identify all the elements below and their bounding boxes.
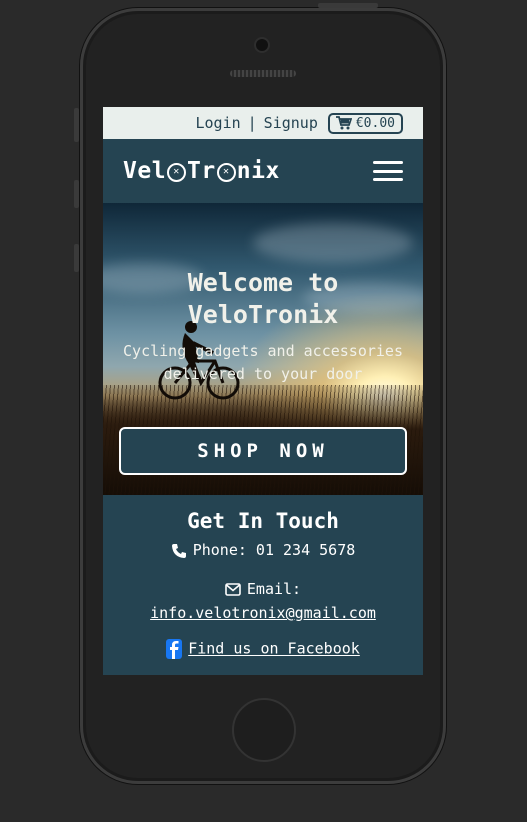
wheel-icon: ✕ [216, 162, 236, 182]
signup-link[interactable]: Signup [264, 114, 318, 132]
hero-title: Welcome to VeloTronix [103, 267, 423, 331]
menu-icon[interactable] [373, 161, 403, 181]
login-link[interactable]: Login [195, 114, 240, 132]
facebook-row: Find us on Facebook [103, 639, 423, 659]
cart-icon [335, 116, 352, 130]
phone-camera [256, 39, 268, 51]
site-logo[interactable]: Vel ✕ Tr ✕ nix [123, 158, 280, 184]
hero-title-line: VeloTronix [187, 300, 339, 329]
contact-section: Get In Touch Phone: 01 234 5678 Email: i… [103, 495, 423, 659]
facebook-icon [166, 639, 183, 659]
phone-power-button [318, 3, 378, 8]
mobile-screen: Login | Signup €0.00 Vel ✕ Tr ✕ nix Welc… [103, 107, 423, 675]
envelope-icon [225, 583, 241, 596]
email-row: Email: info.velotronix@gmail.com [103, 577, 423, 625]
cart-total: €0.00 [355, 115, 395, 131]
phone-row: Phone: 01 234 5678 [103, 541, 423, 559]
logo-text-part: Tr [187, 158, 216, 184]
phone-volume-down [74, 244, 79, 272]
contact-heading: Get In Touch [187, 509, 339, 533]
phone-home-button[interactable] [232, 698, 296, 762]
cart-button[interactable]: €0.00 [327, 112, 403, 134]
topbar-separator: | [247, 114, 257, 132]
logo-text-part: nix [236, 158, 280, 184]
phone-mute-switch [74, 108, 79, 142]
hero-subtitle: Cycling gadgets and accessories delivere… [123, 342, 403, 383]
navbar: Vel ✕ Tr ✕ nix [103, 139, 423, 203]
phone-text: Phone: 01 234 5678 [192, 541, 356, 559]
facebook-link[interactable]: Find us on Facebook [188, 640, 360, 658]
phone-volume-up [74, 180, 79, 208]
hero-banner: Welcome to VeloTronix Cycling gadgets an… [103, 203, 423, 495]
email-label: Email: [246, 580, 302, 598]
shop-now-button[interactable]: SHOP NOW [119, 427, 407, 475]
phone-icon [171, 543, 186, 558]
phone-speaker [230, 70, 296, 77]
logo-text-part: Vel [123, 158, 167, 184]
top-bar: Login | Signup €0.00 [103, 107, 423, 139]
wheel-icon: ✕ [167, 162, 187, 182]
email-link[interactable]: info.velotronix@gmail.com [150, 604, 376, 622]
hero-title-line: Welcome to [187, 268, 339, 297]
